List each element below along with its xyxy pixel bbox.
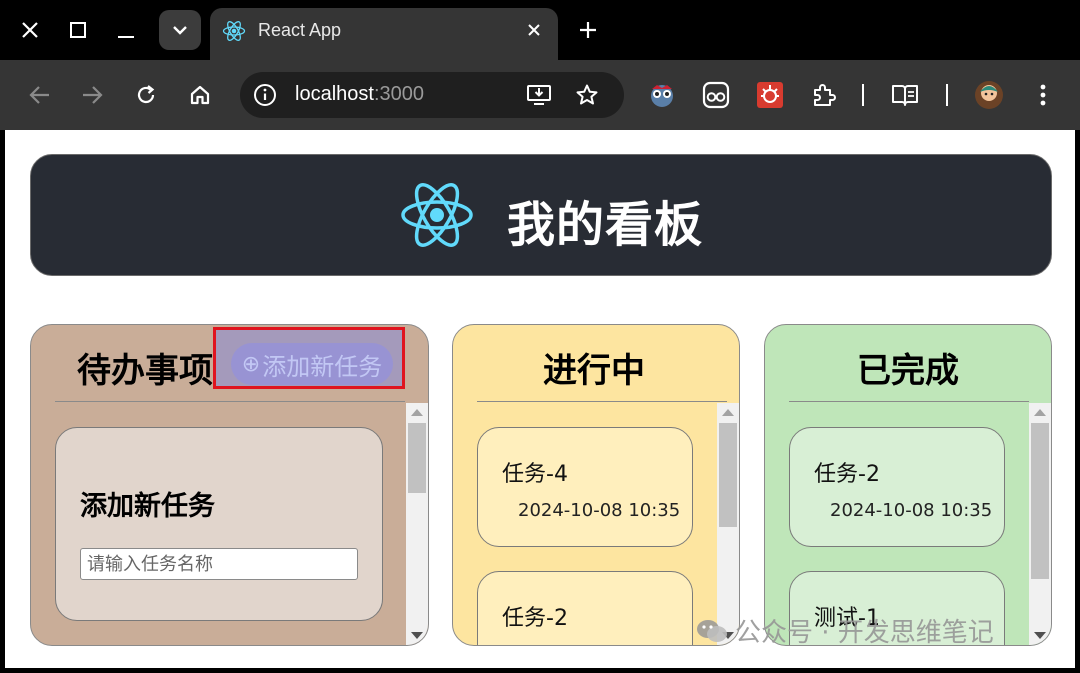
url-host: localhost — [295, 83, 374, 105]
minimize-window-icon[interactable] — [106, 10, 146, 50]
in-progress-column: 进行中 任务-4 2024-10-08 10:35 任务-2 — [452, 324, 740, 646]
column-divider — [55, 401, 405, 402]
reading-list-icon[interactable] — [890, 80, 920, 110]
app-header: 我的看板 — [30, 154, 1052, 276]
browser-toolbar: localhost:3000 — [0, 60, 1080, 130]
toolbar-separator — [946, 84, 948, 106]
scroll-thumb[interactable] — [719, 423, 737, 527]
scroll-up-arrow-icon[interactable] — [1034, 409, 1046, 416]
react-favicon-icon — [222, 21, 246, 41]
toolbar-separator — [862, 84, 864, 106]
scroll-thumb[interactable] — [408, 423, 426, 493]
address-bar[interactable]: localhost:3000 — [240, 72, 624, 118]
bookmark-star-icon[interactable] — [573, 81, 601, 109]
tab-search-button[interactable] — [159, 10, 201, 50]
watermark-text: 公众号 · 开发思维笔记 — [735, 618, 994, 648]
column-divider — [789, 401, 1029, 402]
page-content: 我的看板 待办事项 ⊕添加新任务 添加新任务 进行中 任务-4 2024-10-… — [5, 130, 1075, 670]
browser-tab[interactable]: React App — [210, 8, 558, 60]
task-name: 任务-2 — [814, 462, 880, 487]
scroll-up-arrow-icon[interactable] — [411, 409, 423, 416]
extension-glasses-icon[interactable] — [701, 80, 731, 110]
url-text[interactable]: localhost:3000 — [295, 83, 424, 106]
done-column-title: 已完成 — [857, 351, 959, 391]
install-app-icon[interactable] — [525, 81, 553, 109]
new-tab-icon[interactable] — [570, 12, 606, 48]
profile-avatar[interactable] — [974, 80, 1004, 110]
extension-bug-icon[interactable] — [755, 80, 785, 110]
in-progress-scrollbar[interactable] — [717, 403, 739, 645]
window-border — [0, 668, 1080, 673]
browser-tab-bar: React App — [0, 0, 1080, 60]
done-column: 已完成 任务-2 2024-10-08 10:35 测试-1 — [764, 324, 1052, 646]
scroll-down-arrow-icon[interactable] — [411, 632, 423, 639]
site-info-icon[interactable] — [252, 82, 278, 108]
more-menu-icon[interactable] — [1028, 80, 1058, 110]
task-time: 2024-10-08 10:35 — [518, 500, 681, 521]
done-scrollbar[interactable] — [1029, 403, 1051, 645]
extension-owl-icon[interactable] — [647, 80, 677, 110]
todo-scrollbar[interactable] — [406, 403, 428, 645]
watermark: 公众号 · 开发思维笔记 — [695, 612, 994, 649]
in-progress-column-title: 进行中 — [543, 351, 645, 391]
back-arrow-icon[interactable] — [20, 75, 60, 115]
highlight-box — [213, 327, 405, 389]
task-card[interactable]: 任务-4 2024-10-08 10:35 — [477, 427, 693, 547]
task-card[interactable]: 任务-2 2024-10-08 10:35 — [789, 427, 1005, 547]
home-icon[interactable] — [180, 75, 220, 115]
tab-close-icon[interactable] — [520, 16, 548, 44]
close-window-icon[interactable] — [10, 10, 50, 50]
react-logo-icon — [401, 183, 473, 247]
add-task-form: 添加新任务 — [55, 427, 383, 621]
window-border — [1075, 130, 1080, 673]
task-name: 任务-2 — [502, 606, 568, 631]
extensions-puzzle-icon[interactable] — [809, 80, 839, 110]
maximize-window-icon[interactable] — [58, 10, 98, 50]
forward-arrow-icon[interactable] — [72, 75, 112, 115]
page-title: 我的看板 — [507, 197, 704, 253]
scroll-down-arrow-icon[interactable] — [1034, 632, 1046, 639]
reload-icon[interactable] — [126, 75, 166, 115]
task-card[interactable]: 任务-2 — [477, 571, 693, 645]
form-title: 添加新任务 — [80, 491, 215, 522]
chevron-down-icon — [173, 26, 187, 35]
todo-column-title: 待办事项 — [77, 351, 213, 391]
tab-title: React App — [258, 20, 342, 40]
task-time: 2024-10-08 10:35 — [830, 500, 993, 521]
task-name-input[interactable] — [80, 548, 358, 580]
wechat-icon — [697, 619, 727, 642]
task-name: 任务-4 — [502, 462, 568, 487]
scroll-up-arrow-icon[interactable] — [722, 409, 734, 416]
window-border — [0, 130, 5, 673]
url-port: :3000 — [373, 83, 424, 105]
scroll-thumb[interactable] — [1031, 423, 1049, 579]
column-divider — [477, 401, 727, 402]
